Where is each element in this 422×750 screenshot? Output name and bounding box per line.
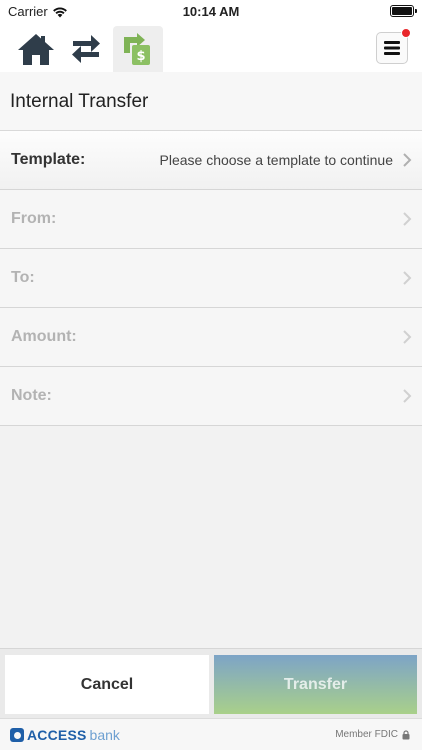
action-bar: Cancel Transfer — [0, 648, 422, 718]
chevron-right-icon — [403, 153, 412, 167]
to-label: To: — [11, 269, 35, 286]
chevron-right-icon — [403, 330, 412, 344]
transfer-form: Template: Please choose a template to co… — [0, 131, 422, 426]
amount-row[interactable]: Amount: — [0, 308, 422, 367]
transfer-button[interactable]: Transfer — [214, 655, 417, 714]
template-value: Please choose a template to continue — [159, 152, 394, 168]
page-title: Internal Transfer — [10, 91, 149, 112]
access-bank-logo: ACCESS bank — [10, 727, 120, 743]
battery-icon — [390, 5, 417, 17]
template-label: Template: — [11, 151, 86, 168]
transfers-button[interactable] — [62, 26, 110, 72]
status-bar: Carrier 10:14 AM — [0, 0, 422, 22]
logo-text-access: ACCESS — [27, 727, 87, 743]
home-icon — [18, 34, 54, 65]
top-nav-bar: $ — [0, 22, 422, 72]
notification-badge — [401, 28, 411, 38]
fdic-notice: Member FDIC — [335, 729, 410, 740]
to-row[interactable]: To: — [0, 249, 422, 308]
from-label: From: — [11, 210, 57, 227]
page-header: Internal Transfer — [0, 72, 422, 131]
footer: ACCESS bank Member FDIC — [0, 718, 422, 750]
chevron-right-icon — [403, 271, 412, 285]
transfers-arrows-icon — [72, 35, 100, 63]
internal-transfer-tab[interactable]: $ — [113, 26, 163, 72]
chevron-right-icon — [403, 389, 412, 403]
note-row[interactable]: Note: — [0, 367, 422, 426]
from-row[interactable]: From: — [0, 190, 422, 249]
cancel-button[interactable]: Cancel — [5, 655, 209, 714]
template-row[interactable]: Template: Please choose a template to co… — [0, 131, 422, 190]
amount-label: Amount: — [11, 328, 77, 345]
logo-mark-icon — [10, 728, 24, 742]
note-label: Note: — [11, 387, 52, 404]
fdic-label: Member FDIC — [335, 729, 398, 740]
menu-button[interactable] — [376, 28, 411, 64]
logo-text-bank: bank — [89, 727, 120, 743]
hamburger-menu-icon — [384, 41, 400, 55]
status-time: 10:14 AM — [182, 4, 240, 19]
chevron-right-icon — [403, 212, 412, 226]
lock-icon — [402, 729, 410, 739]
svg-text:$: $ — [136, 49, 145, 64]
home-button[interactable] — [12, 26, 60, 72]
internal-transfer-icon: $ — [124, 33, 150, 65]
